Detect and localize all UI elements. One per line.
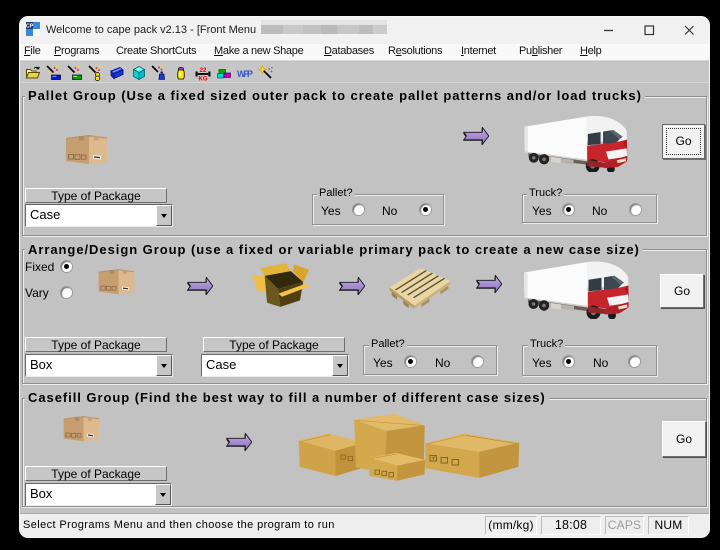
- svg-text:WPP: WPP: [237, 69, 253, 79]
- svg-text:22: 22: [200, 68, 207, 74]
- svg-text:KG: KG: [199, 77, 208, 82]
- svg-text:CP: CP: [26, 24, 34, 30]
